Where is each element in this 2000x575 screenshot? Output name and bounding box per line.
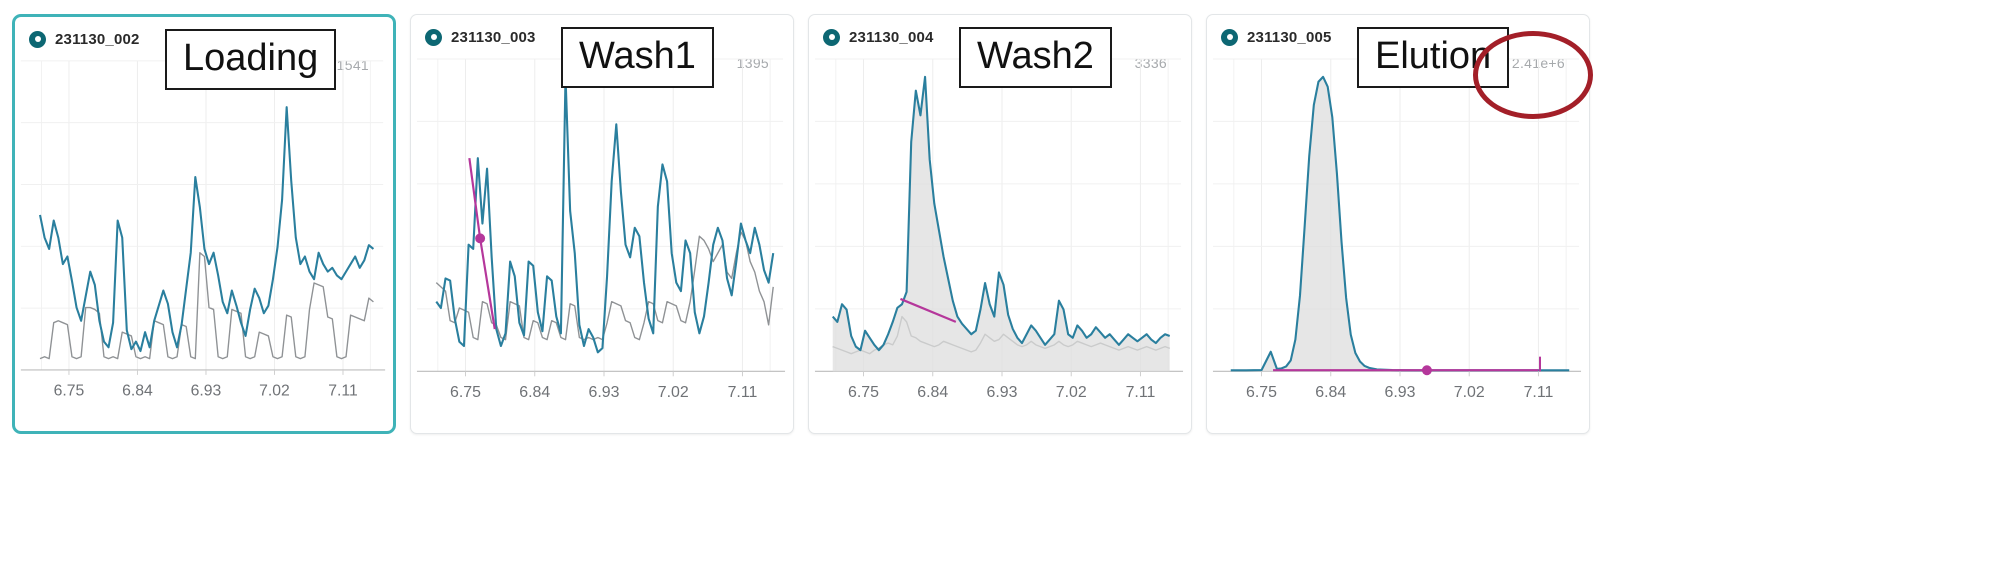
record-icon[interactable] [1221,28,1238,46]
primary-trace [38,106,375,353]
chromatogram-plot[interactable]: 6.75 6.84 6.93 7.02 7.11 [809,49,1191,433]
x-tick-label: 7.11 [728,384,758,401]
sample-panel[interactable]: 231130_005 2.41e+6 6.75 6.84 6.93 7.02 7.11 Elu… [1206,14,1593,434]
x-tick-label: 6.84 [917,384,948,401]
x-tick-label: 7.02 [259,383,290,400]
x-tick-label: 6.93 [987,384,1018,401]
x-tick-label: 6.75 [848,384,879,401]
x-tick-label: 6.75 [450,384,481,401]
x-tick-label: 6.75 [54,383,85,400]
x-tick-label: 7.02 [1454,384,1485,401]
x-tick-label: 7.02 [658,384,689,401]
sample-id-label: 231130_003 [451,28,536,46]
chromatogram-plot[interactable]: 6.75 6.84 6.93 7.02 7.11 [1207,49,1589,433]
annotation-callout: Wash1 [561,27,714,88]
primary-trace [435,75,775,354]
record-icon[interactable] [425,28,442,46]
x-tick-label: 7.11 [1524,384,1554,401]
annotation-callout: Loading [165,29,337,90]
sample-id-label: 231130_004 [849,28,934,46]
annotation-callout: Elution [1357,27,1510,88]
x-tick-label: 6.93 [589,384,620,401]
x-tick-label: 7.11 [328,383,357,400]
x-tick-label: 6.93 [1385,384,1416,401]
sample-panel[interactable]: 231130_003 1395 6.75 6.84 6.93 7.02 7.11 Wash1 [410,14,794,434]
x-tick-label: 6.75 [1246,384,1277,401]
sample-id-label: 231130_002 [55,30,140,48]
annotation-marker [1421,365,1432,376]
panel-grid: 231130_002 1541 6.75 6.84 6.93 7.02 7.11 Loadin… [0,0,2000,575]
sample-panel[interactable]: 231130_002 1541 6.75 6.84 6.93 7.02 7.11 Loadin… [12,14,396,434]
annotation-marker [475,233,486,244]
chromatogram-plot[interactable]: 6.75 6.84 6.93 7.02 7.11 [411,49,793,433]
x-tick-label: 6.84 [1315,384,1346,401]
x-tick-label: 6.84 [122,383,153,400]
x-tick-label: 6.93 [191,383,222,400]
sample-id-label: 231130_005 [1247,28,1332,46]
record-icon[interactable] [29,30,46,48]
annotation-callout: Wash2 [959,27,1112,88]
secondary-trace [39,252,374,360]
sample-panel[interactable]: 231130_004 3336 6.75 6.84 6.93 7.02 7.11 Wash2 [808,14,1192,434]
record-icon[interactable] [823,28,840,46]
chromatogram-plot[interactable]: 6.75 6.84 6.93 7.02 7.11 [15,51,393,431]
x-tick-label: 6.84 [519,384,550,401]
x-tick-label: 7.11 [1126,384,1156,401]
x-tick-label: 7.02 [1056,384,1087,401]
